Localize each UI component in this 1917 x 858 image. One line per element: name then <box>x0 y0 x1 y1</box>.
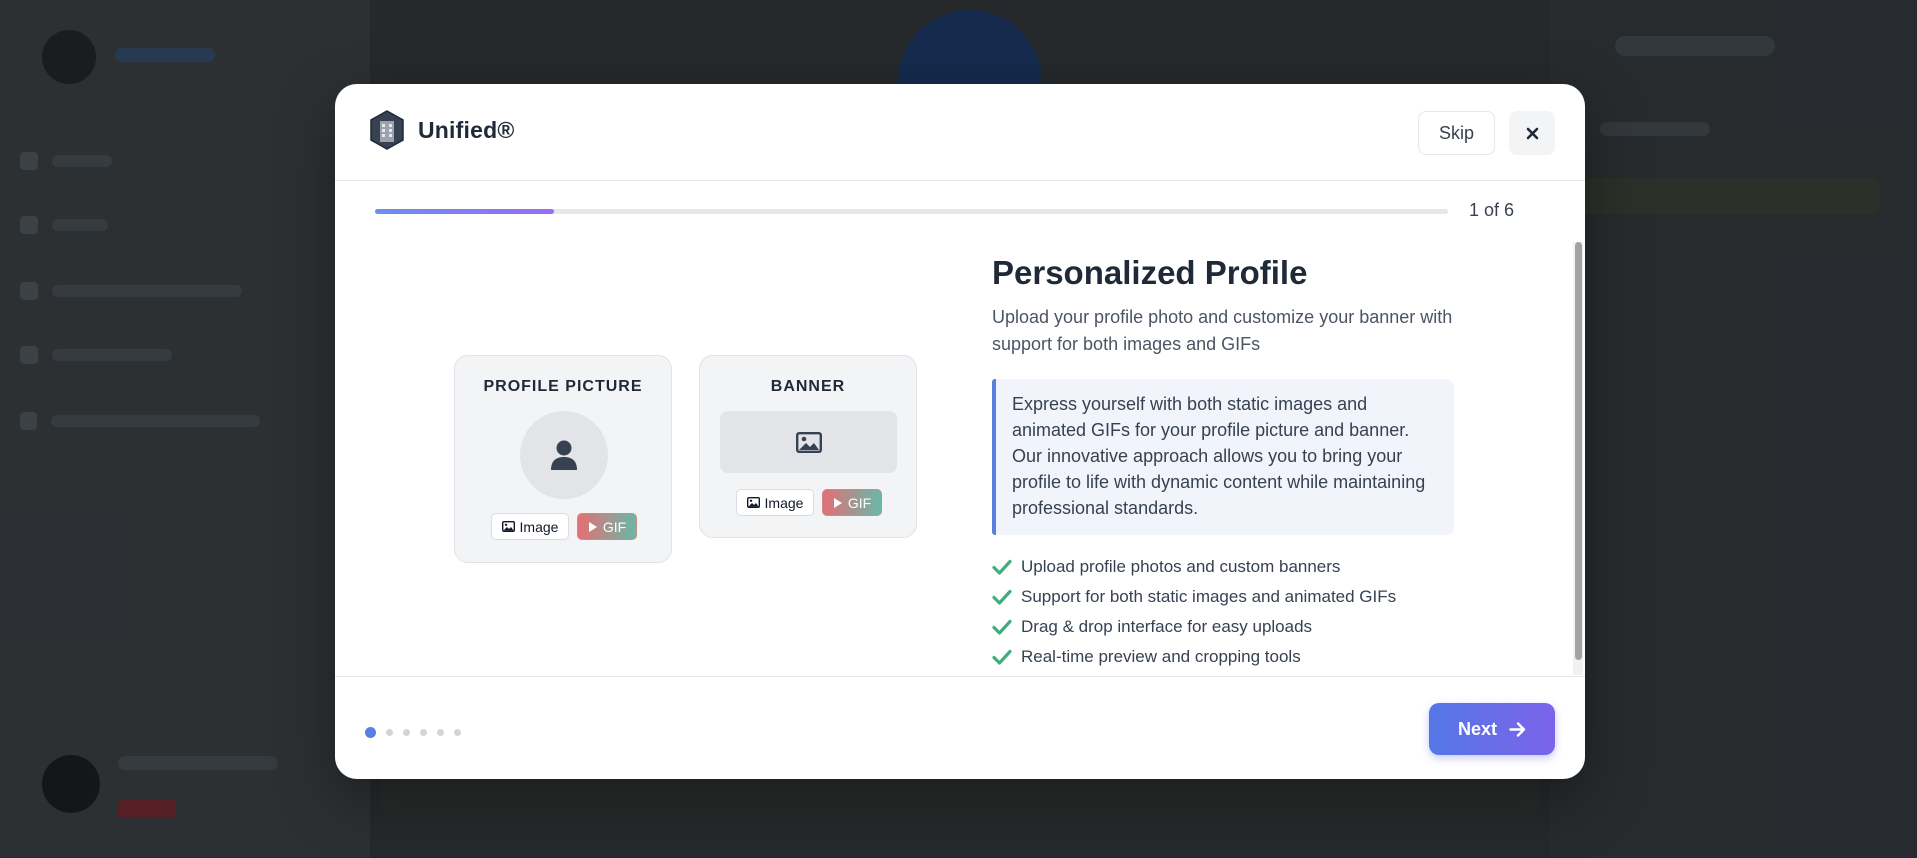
check-icon <box>992 649 1012 665</box>
progress-fill <box>375 209 555 214</box>
check-icon <box>992 589 1012 605</box>
arrow-right-icon <box>1509 721 1526 737</box>
pagination-dot[interactable] <box>420 729 427 736</box>
modal-footer: Next <box>335 676 1585 779</box>
profile-picture-title: PROFILE PICTURE <box>483 378 643 395</box>
avatar-placeholder <box>520 411 608 499</box>
list-item: Real-time preview and cropping tools <box>992 642 1396 672</box>
feature-bullet-text: Real-time preview and cropping tools <box>1021 647 1301 666</box>
play-icon <box>588 521 597 532</box>
profile-gif-chip-label: GIF <box>602 518 627 535</box>
brand-name: Unified® <box>418 117 515 143</box>
image-icon <box>746 497 760 508</box>
progress-counter: 1 of 6 <box>1469 200 1515 220</box>
feature-list: Upload profile photos and custom banners… <box>992 552 1396 672</box>
check-icon <box>992 619 1012 635</box>
feature-description: Upload your profile photo and customize … <box>992 307 1453 354</box>
list-item: Drag & drop interface for easy uploads <box>992 612 1396 642</box>
banner-image-chip: Image <box>736 489 814 516</box>
banner-image-chip-label: Image <box>764 494 804 511</box>
user-icon <box>551 440 577 470</box>
pagination-dot[interactable] <box>437 729 444 736</box>
pagination-dots <box>365 727 461 738</box>
scrollbar-thumb[interactable] <box>1575 242 1582 660</box>
feature-title: Personalized Profile <box>992 254 1308 291</box>
onboarding-modal: Unified® Skip 1 of 6 PROFILE PICTURE Ima… <box>335 84 1585 779</box>
banner-title: BANNER <box>770 378 846 395</box>
pagination-dot[interactable] <box>365 727 376 738</box>
image-icon <box>501 521 515 532</box>
check-icon <box>992 559 1012 575</box>
feature-bullet-text: Drag & drop interface for easy uploads <box>1021 617 1313 636</box>
modal-header: Unified® Skip <box>335 84 1585 181</box>
profile-image-chip-label: Image <box>519 518 559 535</box>
banner-gif-chip: GIF <box>822 489 882 516</box>
close-icon <box>1526 127 1538 139</box>
list-item: Upload profile photos and custom banners <box>992 552 1396 582</box>
pagination-dot[interactable] <box>386 729 393 736</box>
profile-gif-chip: GIF <box>577 513 637 540</box>
banner-gif-chip-label: GIF <box>847 494 872 511</box>
skip-button[interactable]: Skip <box>1418 111 1495 155</box>
image-icon <box>795 431 822 453</box>
close-button[interactable] <box>1509 111 1555 155</box>
pagination-dot[interactable] <box>403 729 410 736</box>
feature-bullet-text: Support for both static images and anima… <box>1021 587 1397 606</box>
feature-bullet-text: Upload profile photos and custom banners <box>1021 557 1341 576</box>
banner-card: BANNER Image GIF <box>699 355 917 538</box>
banner-placeholder <box>720 411 897 473</box>
next-button[interactable]: Next <box>1429 703 1555 755</box>
profile-picture-card: PROFILE PICTURE Image GIF <box>454 355 672 563</box>
list-item: Support for both static images and anima… <box>992 582 1396 612</box>
pagination-dot[interactable] <box>454 729 461 736</box>
play-icon <box>833 497 842 508</box>
next-button-label: Next <box>1457 718 1497 739</box>
feature-callout: Express yourself with both static images… <box>992 379 1454 535</box>
progress-bar <box>375 209 1448 214</box>
profile-image-chip: Image <box>491 513 569 540</box>
building-icon <box>370 110 404 150</box>
